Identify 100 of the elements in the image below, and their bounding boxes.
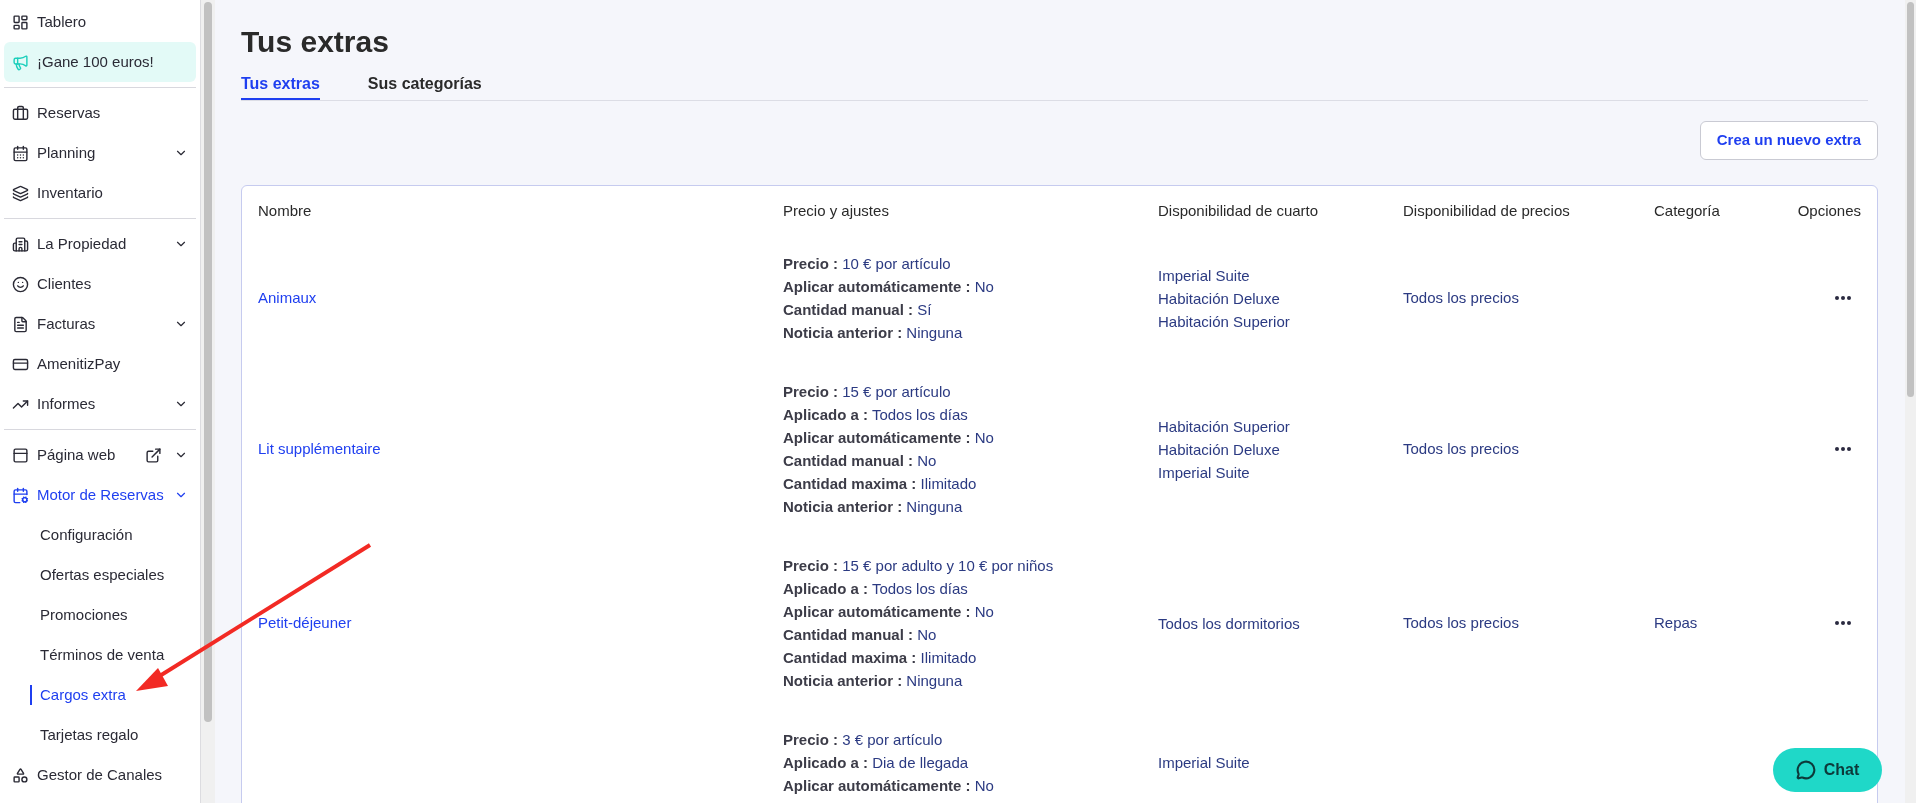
more-icon bbox=[1835, 621, 1851, 625]
setting-label: Precio : bbox=[783, 383, 839, 400]
page-title: Tus extras bbox=[241, 24, 390, 60]
column-header: Disponibilidad de precios bbox=[1403, 200, 1571, 221]
room-name: Imperial Suite bbox=[1158, 462, 1251, 483]
tab[interactable]: Sus categorías bbox=[367, 72, 482, 100]
more-icon bbox=[1835, 296, 1851, 300]
nav-item[interactable]: ¡Gane 100 euros! bbox=[4, 42, 196, 82]
setting-label: Aplicado a : bbox=[783, 754, 868, 771]
setting-value: 15 € por artículo bbox=[842, 383, 951, 400]
more-icon bbox=[1835, 447, 1851, 451]
nav-item[interactable]: La Propiedad bbox=[4, 224, 196, 264]
chat-bubble-icon bbox=[1795, 760, 1816, 780]
nav-item[interactable]: Clientes bbox=[4, 264, 196, 304]
shapes-icon bbox=[12, 766, 29, 784]
setting-value: Ilimitado bbox=[920, 649, 977, 666]
building-icon bbox=[12, 235, 29, 253]
submenu-item[interactable]: Cargos extra bbox=[40, 683, 126, 707]
setting-value: Todos los días bbox=[871, 580, 968, 597]
dashboard-icon bbox=[12, 13, 29, 31]
submenu-item[interactable]: Ofertas especiales bbox=[40, 563, 165, 587]
submenu-item[interactable]: Configuración bbox=[40, 523, 133, 547]
column-header: Disponibilidad de cuarto bbox=[1158, 200, 1320, 221]
setting-value: No bbox=[917, 626, 937, 643]
nav-item[interactable]: Facturas bbox=[4, 304, 196, 344]
room-name: Imperial Suite bbox=[1158, 753, 1251, 773]
price-availability: Todos los precios bbox=[1403, 613, 1520, 633]
column-header: Categoría bbox=[1654, 200, 1721, 221]
setting-value: 3 € por artículo bbox=[842, 731, 943, 748]
submenu-item[interactable]: Tarjetas regalo bbox=[40, 723, 139, 747]
setting-label: Aplicar automáticamente : bbox=[783, 603, 971, 620]
extra-name-link[interactable]: Animaux bbox=[258, 289, 317, 306]
column-header: Precio y ajustes bbox=[783, 200, 890, 221]
setting-label: Aplicar automáticamente : bbox=[783, 429, 971, 446]
setting-label: Aplicar automáticamente : bbox=[783, 777, 971, 794]
room-name: Todos los dormitorios bbox=[1158, 613, 1301, 634]
megaphone-icon bbox=[12, 53, 29, 71]
setting-label: Noticia anterior : bbox=[783, 672, 903, 689]
nav-item[interactable]: Gestor de Canales bbox=[4, 755, 196, 795]
setting-value: Ilimitado bbox=[920, 475, 977, 492]
calendar-icon bbox=[12, 486, 29, 504]
nav-item[interactable]: AmenitizPay bbox=[4, 344, 196, 384]
setting-value: Dia de llegada bbox=[872, 754, 969, 771]
setting-value: No bbox=[974, 603, 994, 620]
face-icon bbox=[12, 275, 29, 293]
external-link-icon bbox=[145, 446, 162, 464]
extra-name-link[interactable]: Lit supplémentaire bbox=[258, 440, 381, 457]
browser-icon bbox=[12, 446, 29, 464]
nav-item[interactable]: Motor de Reservas bbox=[4, 475, 196, 515]
setting-label: Precio : bbox=[783, 255, 839, 272]
nav-item[interactable]: Planning bbox=[4, 133, 196, 173]
chat-button[interactable]: Chat bbox=[1773, 748, 1882, 792]
extra-name-link[interactable]: Petit-déjeuner bbox=[258, 614, 352, 631]
calendar-icon bbox=[12, 144, 29, 162]
nav-item[interactable]: Reservas bbox=[4, 93, 196, 133]
setting-label: Aplicado a : bbox=[783, 406, 868, 423]
setting-label: Cantidad manual : bbox=[783, 301, 913, 318]
setting-value: No bbox=[974, 777, 994, 794]
setting-label: Precio : bbox=[783, 557, 839, 574]
nav-item[interactable]: Tablero bbox=[4, 2, 196, 42]
room-name: Habitación Deluxe bbox=[1158, 288, 1281, 309]
setting-label: Noticia anterior : bbox=[783, 498, 903, 515]
suitcase-icon bbox=[12, 104, 29, 122]
price-availability: Todos los precios bbox=[1403, 439, 1520, 459]
nav-item[interactable]: Inventario bbox=[4, 173, 196, 213]
setting-value: No bbox=[917, 452, 937, 469]
submenu-item[interactable]: Términos de venta bbox=[40, 643, 165, 667]
setting-label: Precio : bbox=[783, 731, 839, 748]
submenu-item[interactable]: Promociones bbox=[40, 603, 128, 627]
invoice-icon bbox=[12, 315, 29, 333]
scrollbar-thumb[interactable] bbox=[204, 2, 212, 722]
new-extra-button[interactable]: Crea un nuevo extra bbox=[1699, 121, 1878, 160]
setting-value: 15 € por adulto y 10 € por niños bbox=[842, 557, 1054, 574]
nav-item[interactable]: Informes bbox=[4, 384, 196, 424]
setting-label: Aplicado a : bbox=[783, 580, 868, 597]
setting-label: Aplicar automáticamente : bbox=[783, 278, 971, 295]
setting-value: Ninguna bbox=[906, 672, 963, 689]
tab[interactable]: Tus extras bbox=[241, 72, 320, 100]
room-name: Habitación Deluxe bbox=[1158, 439, 1281, 460]
room-name: Imperial Suite bbox=[1158, 265, 1251, 286]
price-availability: Todos los precios bbox=[1403, 288, 1520, 308]
layers-icon bbox=[12, 184, 29, 202]
setting-label: Cantidad manual : bbox=[783, 452, 913, 469]
setting-value: No bbox=[974, 278, 994, 295]
setting-value: Ninguna bbox=[906, 324, 963, 341]
column-header: Nombre bbox=[258, 200, 313, 221]
setting-value: No bbox=[974, 429, 994, 446]
setting-value: Ninguna bbox=[906, 498, 963, 515]
setting-label: Cantidad maxima : bbox=[783, 475, 917, 492]
setting-value: 10 € por artículo bbox=[842, 255, 951, 272]
setting-label: Cantidad maxima : bbox=[783, 649, 917, 666]
column-header: Opciones bbox=[1796, 200, 1861, 221]
setting-label: Cantidad manual : bbox=[783, 626, 913, 643]
nav-item[interactable]: Página web bbox=[4, 435, 196, 475]
room-name: Habitación Superior bbox=[1158, 416, 1291, 437]
scrollbar-thumb[interactable] bbox=[1907, 2, 1914, 397]
setting-value: Sí bbox=[917, 301, 932, 318]
room-name: Habitación Superior bbox=[1158, 311, 1291, 332]
category-name: Repas bbox=[1654, 614, 1698, 631]
setting-value: Todos los días bbox=[871, 406, 968, 423]
